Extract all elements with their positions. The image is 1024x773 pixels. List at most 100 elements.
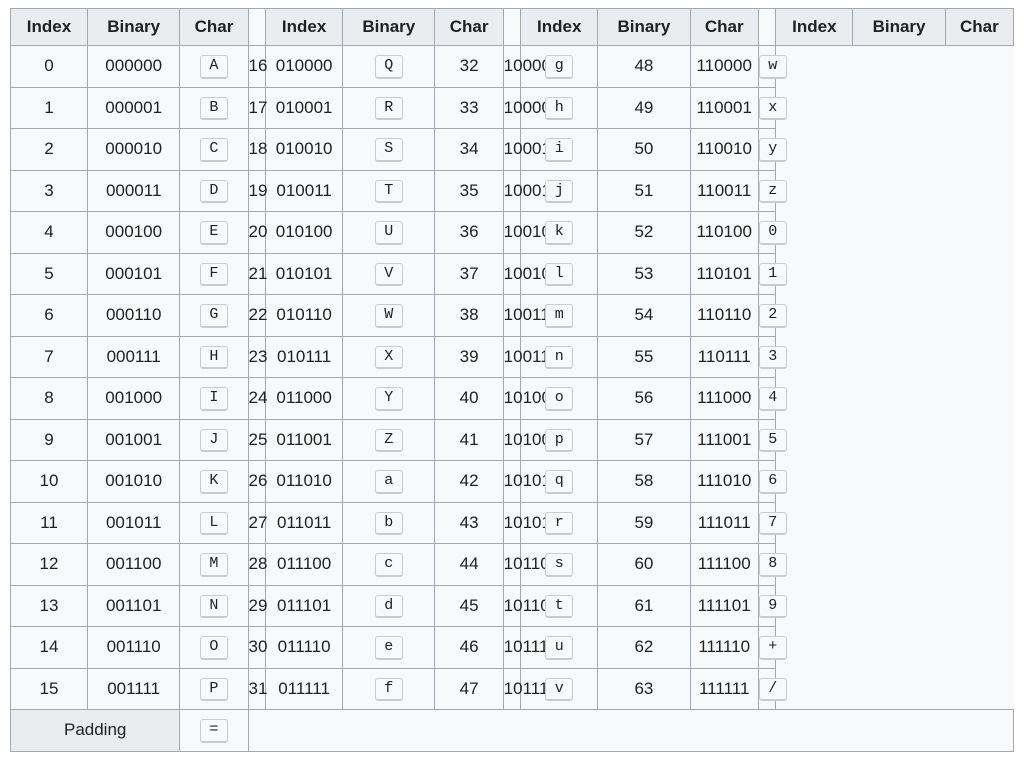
cell-char: X	[343, 336, 435, 378]
cell-binary: 001111	[87, 668, 179, 710]
char-kbd: 7	[759, 512, 787, 536]
cell-index: 26	[248, 461, 266, 503]
cell-char: E	[180, 212, 248, 254]
cell-binary: 110110	[690, 295, 758, 337]
char-kbd: N	[200, 595, 228, 619]
cell-char: U	[343, 212, 435, 254]
char-kbd: 9	[759, 595, 787, 619]
cell-index: 22	[248, 295, 266, 337]
table-header-row: Index Binary Char Index Binary Char Inde…	[11, 9, 1014, 46]
table-row: 3000011D19010011T35100011j51110011z	[11, 170, 1014, 212]
cell-binary: 000011	[87, 170, 179, 212]
char-kbd: F	[200, 263, 228, 287]
cell-binary: 001010	[87, 461, 179, 503]
cell-index: 33	[435, 87, 503, 129]
table-row: 9001001J25011001Z41101001p571110015	[11, 419, 1014, 461]
cell-char: 5	[758, 419, 776, 461]
col-index-3: Index	[776, 9, 853, 46]
char-kbd: s	[545, 553, 573, 577]
table-row: 6000110G22010110W38100110m541101102	[11, 295, 1014, 337]
char-kbd: B	[200, 97, 228, 121]
cell-index: 39	[435, 336, 503, 378]
char-kbd: 6	[759, 470, 787, 494]
cell-binary: 000010	[87, 129, 179, 171]
char-kbd: 1	[759, 263, 787, 287]
char-kbd: J	[200, 429, 228, 453]
cell-index: 12	[11, 544, 88, 586]
char-kbd: E	[200, 221, 228, 245]
col-binary-2: Binary	[598, 9, 690, 46]
cell-index: 0	[11, 46, 88, 88]
cell-binary: 000110	[87, 295, 179, 337]
char-kbd: 2	[759, 304, 787, 328]
cell-index: 49	[598, 87, 690, 129]
cell-index: 10	[11, 461, 88, 503]
table-row: 11001011L27011011b43101011r591110117	[11, 502, 1014, 544]
cell-index: 15	[11, 668, 88, 710]
cell-binary: 110100	[690, 212, 758, 254]
cell-binary: 000101	[87, 253, 179, 295]
cell-binary: 000100	[87, 212, 179, 254]
table-row: 15001111P31011111f47101111v63111111/	[11, 668, 1014, 710]
char-kbd: S	[375, 138, 403, 162]
table-row: 1000001B17010001R33100001h49110001x	[11, 87, 1014, 129]
cell-binary: 010111	[266, 336, 343, 378]
group-spacer	[758, 9, 776, 46]
cell-binary: 001000	[87, 378, 179, 420]
cell-index: 18	[248, 129, 266, 171]
char-kbd: +	[759, 636, 787, 660]
cell-binary: 101110	[503, 627, 521, 669]
cell-binary: 000111	[87, 336, 179, 378]
cell-index: 37	[435, 253, 503, 295]
padding-char-cell: =	[180, 710, 248, 752]
cell-binary: 001100	[87, 544, 179, 586]
cell-char: e	[343, 627, 435, 669]
cell-index: 11	[11, 502, 88, 544]
char-kbd: p	[545, 429, 573, 453]
padding-row: Padding =	[11, 710, 1014, 752]
char-kbd: l	[545, 263, 573, 287]
cell-binary: 111011	[690, 502, 758, 544]
cell-binary: 010001	[266, 87, 343, 129]
cell-binary: 101010	[503, 461, 521, 503]
cell-index: 19	[248, 170, 266, 212]
cell-index: 7	[11, 336, 88, 378]
cell-binary: 100011	[503, 170, 521, 212]
char-kbd: y	[759, 138, 787, 162]
cell-binary: 001011	[87, 502, 179, 544]
cell-binary: 101111	[503, 668, 521, 710]
table-row: 4000100E20010100U36100100k521101000	[11, 212, 1014, 254]
cell-index: 34	[435, 129, 503, 171]
cell-index: 62	[598, 627, 690, 669]
char-kbd: Z	[375, 429, 403, 453]
cell-index: 58	[598, 461, 690, 503]
cell-index: 9	[11, 419, 88, 461]
cell-char: F	[180, 253, 248, 295]
cell-index: 27	[248, 502, 266, 544]
cell-char: 2	[758, 295, 776, 337]
cell-binary: 101011	[503, 502, 521, 544]
char-kbd: U	[375, 221, 403, 245]
cell-binary: 011100	[266, 544, 343, 586]
cell-index: 20	[248, 212, 266, 254]
cell-char: 8	[758, 544, 776, 586]
cell-index: 31	[248, 668, 266, 710]
cell-index: 6	[11, 295, 88, 337]
char-kbd: q	[545, 470, 573, 494]
char-kbd: Y	[375, 387, 403, 411]
char-kbd: L	[200, 512, 228, 536]
cell-index: 57	[598, 419, 690, 461]
cell-binary: 111000	[690, 378, 758, 420]
cell-binary: 000001	[87, 87, 179, 129]
cell-binary: 100110	[503, 295, 521, 337]
cell-binary: 110011	[690, 170, 758, 212]
cell-index: 53	[598, 253, 690, 295]
char-kbd: G	[200, 304, 228, 328]
cell-index: 54	[598, 295, 690, 337]
table-body: 0000000A16010000Q32100000g48110000w10000…	[11, 46, 1014, 710]
cell-binary: 100100	[503, 212, 521, 254]
cell-index: 59	[598, 502, 690, 544]
char-kbd: t	[545, 595, 573, 619]
char-kbd: n	[545, 346, 573, 370]
cell-binary: 010100	[266, 212, 343, 254]
